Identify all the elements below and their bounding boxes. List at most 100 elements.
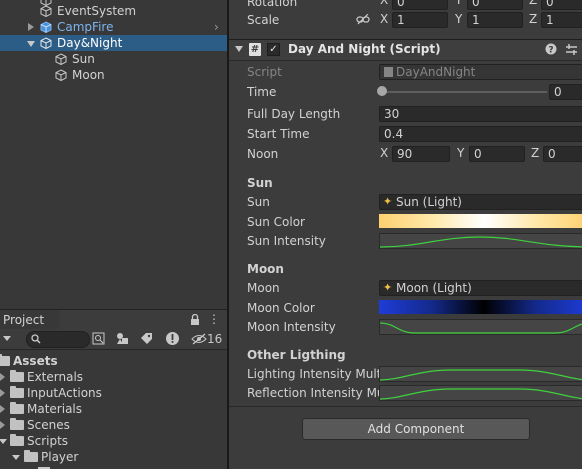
light-icon: ✦: [383, 281, 393, 294]
hierarchy-item-moon[interactable]: Moon: [0, 67, 227, 83]
reflection-intensity-curve[interactable]: [379, 385, 582, 401]
sun-label: Sun: [247, 195, 270, 209]
more-menu-icon[interactable]: ⋮: [208, 312, 220, 326]
folder-icon: [10, 434, 24, 446]
full-day-length-field[interactable]: 30: [379, 106, 582, 122]
collapse-arrow-icon[interactable]: [27, 41, 35, 47]
prefab-icon: [40, 21, 52, 33]
rotation-z-field[interactable]: 0: [541, 0, 582, 10]
folder-item-externals[interactable]: Externals: [0, 369, 227, 385]
moon-intensity-curve[interactable]: [379, 319, 582, 335]
folder-label: Assets: [13, 354, 58, 368]
collapse-arrow-icon[interactable]: [0, 439, 7, 444]
start-time-field[interactable]: 0.4: [379, 126, 582, 142]
axis-z-label: Z: [531, 146, 540, 160]
svg-text:?: ?: [548, 46, 553, 56]
rotation-y-field[interactable]: 0: [467, 0, 523, 10]
hierarchy-item-daynight[interactable]: Day&Night: [0, 35, 227, 51]
folder-item-scripts[interactable]: Scripts: [0, 433, 227, 449]
time-value-field[interactable]: 0: [549, 84, 582, 100]
moon-intensity-label: Moon Intensity: [247, 320, 336, 334]
noon-x-field[interactable]: 90: [392, 146, 450, 162]
hierarchy-item-label: Day&Night: [57, 36, 123, 50]
moon-color-label: Moon Color: [247, 301, 315, 315]
collapse-arrow-icon[interactable]: [12, 455, 20, 460]
expand-arrow-icon[interactable]: [28, 23, 34, 31]
script-file-icon: [384, 67, 393, 77]
folder-item-inputactions[interactable]: InputActions: [0, 385, 227, 401]
full-day-length-label: Full Day Length: [247, 107, 341, 121]
lock-icon[interactable]: [190, 314, 200, 326]
sun-color-label: Sun Color: [247, 215, 305, 229]
scale-label: Scale: [247, 13, 280, 27]
moon-label: Moon: [247, 281, 280, 295]
time-slider-track[interactable]: [382, 91, 547, 93]
sun-object-field[interactable]: ✦ Sun (Light): [379, 194, 582, 210]
chevron-right-icon[interactable]: ›: [214, 19, 219, 35]
search-input[interactable]: [26, 331, 90, 348]
folder-item-scenes[interactable]: Scenes: [0, 417, 227, 433]
help-icon[interactable]: ?: [545, 43, 557, 55]
enabled-checkbox[interactable]: ✓: [267, 43, 280, 56]
moon-section-header: Moon: [247, 262, 284, 276]
folder-icon: [0, 354, 10, 366]
moon-color-gradient[interactable]: [379, 300, 582, 314]
hierarchy-item-eventsystem[interactable]: EventSystem: [0, 3, 227, 19]
noon-y-field[interactable]: 0: [469, 146, 525, 162]
folder-icon: [10, 370, 24, 382]
folder-icon: [10, 402, 24, 414]
folder-label: Scenes: [27, 418, 70, 432]
axis-x-label: X: [380, 146, 389, 160]
gameobject-icon: [55, 69, 67, 81]
section-divider: [229, 406, 582, 407]
folder-item-assets[interactable]: Assets: [0, 353, 227, 369]
folder-item-materials[interactable]: Materials: [0, 401, 227, 417]
expand-arrow-icon[interactable]: [0, 389, 5, 397]
list-item-partial[interactable]: [0, 465, 227, 469]
lighting-intensity-curve[interactable]: [379, 366, 582, 382]
project-tree: Assets Externals InputActions Materials …: [0, 350, 227, 469]
sun-intensity-curve[interactable]: [379, 233, 582, 249]
axis-x-label: X: [380, 0, 389, 7]
expand-arrow-icon[interactable]: [0, 405, 5, 413]
axis-y-label: Y: [457, 146, 465, 160]
component-header[interactable]: # ✓ Day And Night (Script) ?: [229, 39, 582, 61]
folder-item-player[interactable]: Player: [0, 449, 227, 465]
rotation-x-field[interactable]: 0: [392, 0, 448, 10]
presets-icon[interactable]: [565, 43, 578, 56]
hierarchy-panel: EventSystem CampFire › Day&Night Sun Moo…: [0, 0, 227, 308]
time-slider-thumb[interactable]: [377, 86, 387, 96]
hierarchy-item-campfire[interactable]: CampFire ›: [0, 19, 227, 35]
hierarchy-item-label: Moon: [72, 68, 105, 82]
moon-object-field[interactable]: ✦ Moon (Light): [379, 280, 582, 296]
folder-label: Materials: [27, 402, 83, 416]
project-toolbar: 16: [0, 329, 227, 350]
sun-section-header: Sun: [247, 176, 273, 190]
expand-arrow-icon[interactable]: [0, 373, 5, 381]
noon-z-field[interactable]: 0: [543, 146, 582, 162]
scale-x-field[interactable]: 1: [392, 12, 448, 28]
search-filter-icon[interactable]: [92, 332, 105, 345]
tab-project[interactable]: Project: [0, 310, 59, 330]
lighting-intensity-label: Lighting Intensity Multi: [247, 367, 385, 381]
warning-icon[interactable]: [165, 331, 180, 346]
expand-arrow-icon[interactable]: [0, 421, 5, 429]
foldout-arrow-icon[interactable]: [235, 46, 243, 52]
filter-by-type-icon[interactable]: [116, 332, 130, 345]
scale-y-field[interactable]: 1: [467, 12, 523, 28]
create-dropdown-icon[interactable]: [3, 336, 11, 341]
rotation-label: Rotation: [247, 0, 298, 9]
reflection-intensity-label: Reflection Intensity Mu: [247, 386, 385, 400]
sun-color-gradient[interactable]: [379, 214, 582, 228]
filter-by-label-icon[interactable]: [140, 332, 153, 345]
scale-z-field[interactable]: 1: [541, 12, 582, 28]
folder-label: Player: [41, 450, 79, 464]
hierarchy-item-sun[interactable]: Sun: [0, 51, 227, 67]
hidden-eye-icon[interactable]: [191, 333, 207, 345]
hierarchy-item-label: Sun: [72, 52, 95, 66]
constrain-proportions-icon[interactable]: [356, 14, 370, 25]
add-component-button[interactable]: Add Component: [302, 418, 530, 440]
script-icon: #: [249, 43, 261, 56]
sun-value: Sun (Light): [396, 195, 462, 209]
hidden-count: 16: [207, 332, 223, 346]
